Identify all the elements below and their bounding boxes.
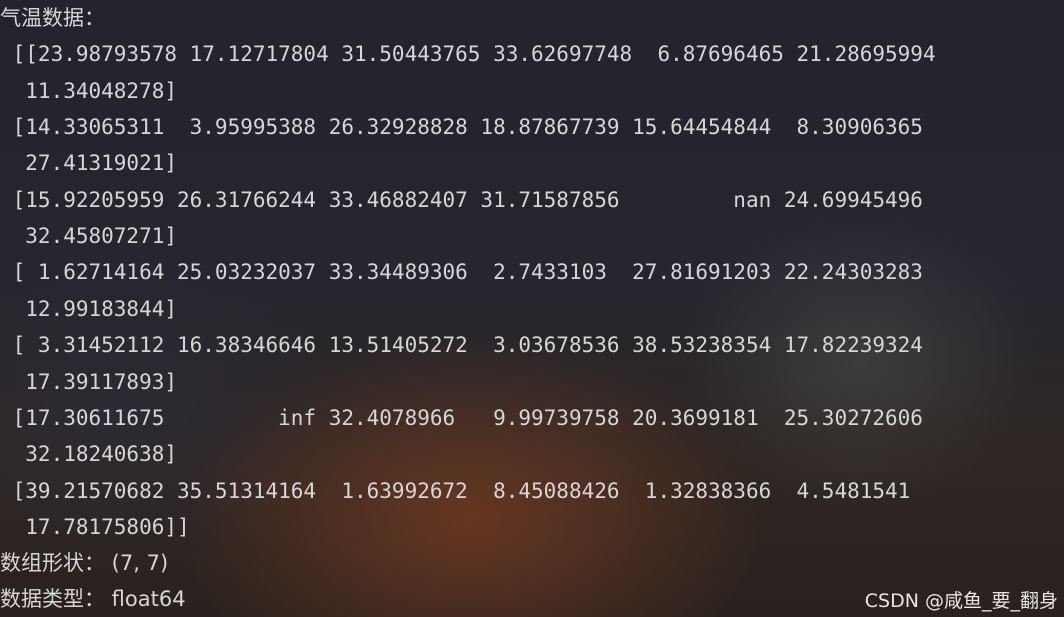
output-line-row7-part2: 17.78175806]] — [0, 515, 190, 539]
output-line-row5-part2: 17.39117893] — [0, 370, 178, 394]
output-line-row6-part2: 32.18240638] — [0, 442, 178, 466]
terminal-output: 气温数据： [[23.98793578 17.12717804 31.50443… — [0, 0, 1064, 617]
output-line-row1-part1: [[23.98793578 17.12717804 31.50443765 33… — [0, 42, 936, 66]
csdn-watermark: CSDN @咸鱼_要_翻身 — [864, 590, 1058, 612]
output-line-row4-part1: [ 1.62714164 25.03232037 33.34489306 2.7… — [0, 260, 923, 284]
output-line-label-temperature: 气温数据： — [0, 6, 105, 30]
output-line-row4-part2: 12.99183844] — [0, 297, 178, 321]
output-line-row2-part2: 27.41319021] — [0, 151, 178, 175]
output-line-row5-part1: [ 3.31452112 16.38346646 13.51405272 3.0… — [0, 333, 923, 357]
output-line-shape: 数组形状： (7, 7) — [0, 551, 169, 575]
output-line-row7-part1: [39.21570682 35.51314164 1.63992672 8.45… — [0, 479, 911, 503]
output-line-dtype: 数据类型： float64 — [0, 587, 186, 611]
output-line-row6-part1: [17.30611675 inf 32.4078966 9.99739758 2… — [0, 406, 923, 430]
output-line-row3-part2: 32.45807271] — [0, 224, 178, 248]
output-line-row2-part1: [14.33065311 3.95995388 26.32928828 18.8… — [0, 115, 923, 139]
output-line-row3-part1: [15.92205959 26.31766244 33.46882407 31.… — [0, 188, 923, 212]
output-line-row1-part2: 11.34048278] — [0, 79, 178, 103]
